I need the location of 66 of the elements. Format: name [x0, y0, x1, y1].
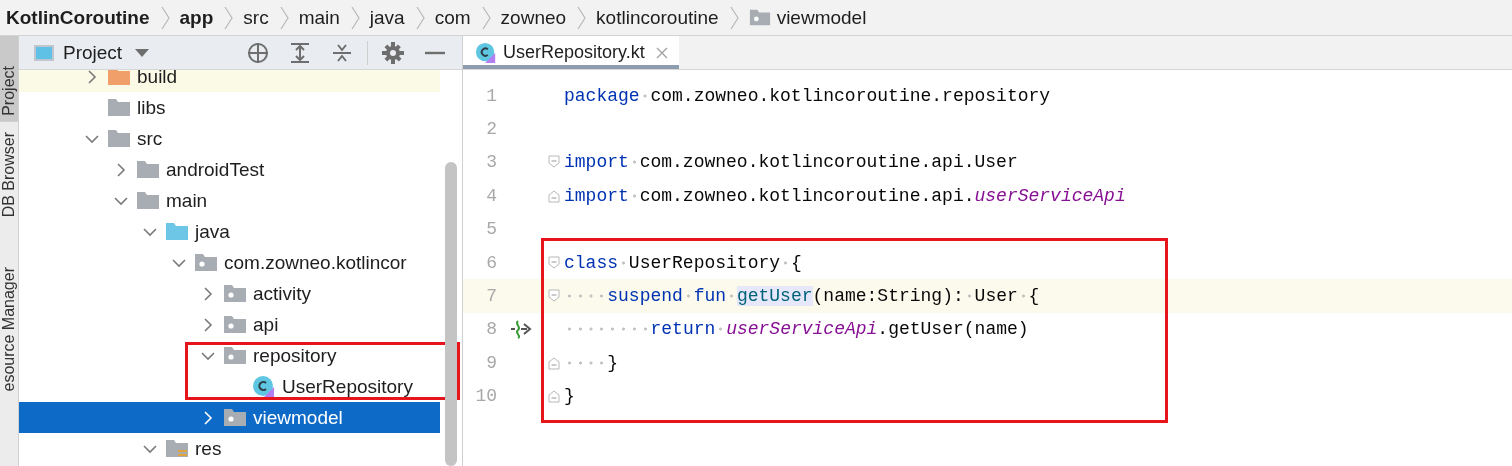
- line-number: 7: [485, 286, 497, 307]
- close-icon[interactable]: [654, 45, 669, 60]
- expand-all-icon[interactable]: [288, 40, 312, 65]
- tree-item[interactable]: com.zowneo.kotlincor: [19, 247, 440, 278]
- crosshair-icon[interactable]: [246, 40, 270, 65]
- breadcrumb-item[interactable]: KotlinCoroutine: [6, 6, 150, 29]
- breadcrumb-item[interactable]: kotlincoroutine: [596, 6, 719, 29]
- settings-icon[interactable]: [381, 40, 405, 65]
- breadcrumb-item[interactable]: main: [298, 6, 340, 29]
- code-line: return userServiceApi.getUser(name): [564, 319, 1029, 340]
- collapsed-chevron-icon[interactable]: [114, 162, 128, 177]
- tree-item[interactable]: repository: [19, 340, 440, 371]
- tree-item[interactable]: activity: [19, 278, 440, 309]
- collapsed-chevron-icon[interactable]: [85, 70, 99, 84]
- line-number: 8: [485, 319, 497, 340]
- panel-title[interactable]: Project: [63, 41, 123, 64]
- tree-item[interactable]: androidTest: [19, 154, 440, 185]
- panel-icon: [33, 42, 55, 63]
- breadcrumb-item[interactable]: zowneo: [500, 6, 567, 29]
- tree-item[interactable]: src: [19, 123, 440, 154]
- fold-marker-icon[interactable]: [548, 255, 560, 270]
- code-line: }: [564, 352, 619, 373]
- line-number: 10: [474, 386, 497, 407]
- fold-marker-icon[interactable]: [548, 188, 560, 203]
- code-line: import com.zowneo.kotlincoroutine.api.User: [564, 152, 1018, 173]
- line-number: 6: [485, 252, 497, 273]
- fold-marker-icon[interactable]: [548, 155, 560, 170]
- scrollbar[interactable]: [445, 162, 457, 466]
- tree-item[interactable]: libs: [19, 92, 440, 123]
- code-line: }: [564, 386, 575, 407]
- code-line: class UserRepository {: [564, 252, 802, 273]
- class-file-icon: [252, 374, 276, 399]
- line-number: 2: [485, 119, 497, 140]
- breadcrumb-item[interactable]: src: [243, 6, 269, 29]
- tool-window-tab[interactable]: Project: [0, 36, 18, 122]
- code-line: package com.zowneo.kotlincoroutine.repository: [564, 85, 1051, 106]
- code-line: suspend fun getUser(name:String): User {: [564, 286, 1040, 307]
- tool-window-tab[interactable]: DB Browser: [0, 121, 18, 258]
- editor-tab[interactable]: UserRepository.kt: [463, 36, 679, 69]
- fold-marker-icon[interactable]: [548, 389, 560, 404]
- breadcrumb-item[interactable]: java: [369, 6, 405, 29]
- line-number: 5: [485, 219, 497, 240]
- tree-item[interactable]: java: [19, 216, 440, 247]
- line-number: 9: [485, 352, 497, 373]
- code-line: import com.zowneo.kotlincoroutine.api.userServiceApi: [564, 185, 1126, 206]
- tree-item[interactable]: UserRepository: [19, 371, 440, 402]
- chevron-separator-icon: [222, 4, 235, 31]
- tree-item[interactable]: api: [19, 309, 440, 340]
- tree-item[interactable]: viewmodel: [19, 402, 440, 433]
- breadcrumb-item[interactable]: app: [179, 6, 214, 29]
- line-number: 4: [485, 185, 497, 206]
- chevron-separator-icon: [575, 4, 588, 31]
- line-number: 1: [485, 85, 497, 106]
- breadcrumb-item[interactable]: com: [434, 6, 471, 29]
- line-number: 3: [485, 152, 497, 173]
- tool-window-tab[interactable]: esource Manager: [0, 257, 18, 432]
- collapsed-chevron-icon[interactable]: [201, 286, 215, 301]
- class-file-icon: [475, 41, 497, 64]
- collapsed-chevron-icon[interactable]: [201, 410, 215, 425]
- fold-marker-icon[interactable]: [548, 355, 560, 370]
- collapsed-chevron-icon[interactable]: [201, 317, 215, 332]
- fold-marker-icon[interactable]: [548, 289, 560, 304]
- dropdown-caret-icon[interactable]: [134, 47, 151, 58]
- tree-item[interactable]: main: [19, 185, 440, 216]
- breadcrumb-item[interactable]: viewmodel: [776, 6, 867, 29]
- tree-item[interactable]: res: [19, 433, 440, 464]
